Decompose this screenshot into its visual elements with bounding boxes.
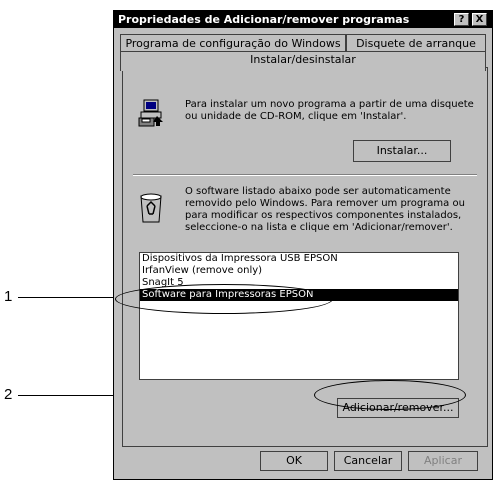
program-list[interactable]: Dispositivos da Impressora USB EPSON Irf…: [139, 252, 459, 380]
title-bar: Propriedades de Adicionar/remover progra…: [114, 11, 492, 28]
remove-instructions: O software listado abaixo pode ser autom…: [185, 186, 465, 233]
callout-1-label: 1: [4, 288, 13, 305]
install-instructions: Para instalar um novo programa a partir …: [185, 99, 474, 122]
recycle-bin-icon: [140, 193, 162, 223]
apply-button[interactable]: Aplicar: [408, 451, 478, 471]
callout-2-label: 2: [4, 386, 13, 403]
ok-button[interactable]: OK: [260, 451, 328, 471]
list-item[interactable]: Dispositivos da Impressora USB EPSON: [140, 253, 458, 265]
list-item[interactable]: IrfanView (remove only): [140, 265, 458, 277]
properties-dialog: Propriedades de Adicionar/remover progra…: [113, 10, 493, 480]
cancel-button[interactable]: Cancelar: [334, 451, 402, 471]
section-divider: [133, 174, 477, 176]
window-title: Propriedades de Adicionar/remover progra…: [118, 13, 410, 26]
close-button[interactable]: X: [472, 13, 487, 26]
help-button[interactable]: ?: [454, 13, 469, 26]
tab-install-uninstall-label: Instalar/desinstalar: [250, 53, 356, 66]
install-computer-icon: [138, 99, 163, 127]
callout-1-line: [18, 297, 116, 298]
callout-1-oval: [115, 284, 333, 314]
install-button[interactable]: Instalar...: [353, 140, 451, 162]
tab-install-uninstall[interactable]: Instalar/desinstalar: [120, 51, 486, 71]
callout-2-oval: [314, 380, 466, 410]
